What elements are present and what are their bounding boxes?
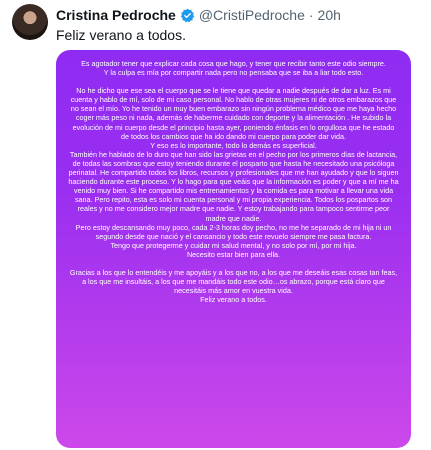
author-handle[interactable]: @CristiPedroche xyxy=(199,6,305,24)
media-paragraph: Tengo que protegerme y cuidar mi salud m… xyxy=(110,240,357,250)
author-avatar[interactable] xyxy=(12,4,48,40)
separator-dot: · xyxy=(308,7,314,23)
tweet-header: Cristina Pedroche @CristiPedroche · 20h xyxy=(56,6,421,24)
media-paragraph: Y eso es lo importante, todo lo demás es… xyxy=(150,140,317,150)
verified-badge-icon xyxy=(180,8,195,22)
media-paragraph: Pero estoy descansando muy poco, cada 2-… xyxy=(75,222,392,241)
media-paragraph: Feliz verano a todos. xyxy=(200,295,267,305)
media-paragraph: Y la culpa es mía por compartir nada per… xyxy=(103,68,364,78)
media-paragraph: También he hablado de lo duro que han si… xyxy=(68,149,399,223)
media-paragraph: Es agotador tener que explicar cada cosa… xyxy=(81,59,386,68)
author-name[interactable]: Cristina Pedroche xyxy=(56,6,176,24)
media-paragraph: No he dicho que ese sea el cuerpo que se… xyxy=(70,86,397,141)
tweet-timestamp[interactable]: 20h xyxy=(318,6,341,24)
tweet-media-image[interactable]: Es agotador tener que explicar cada cosa… xyxy=(56,50,411,448)
media-paragraph: Necesito estar bien para ella. xyxy=(186,249,281,259)
tweet-text: Feliz verano a todos. xyxy=(56,27,186,43)
media-paragraph: Gracias a los que lo entendéis y me apoy… xyxy=(69,267,398,296)
